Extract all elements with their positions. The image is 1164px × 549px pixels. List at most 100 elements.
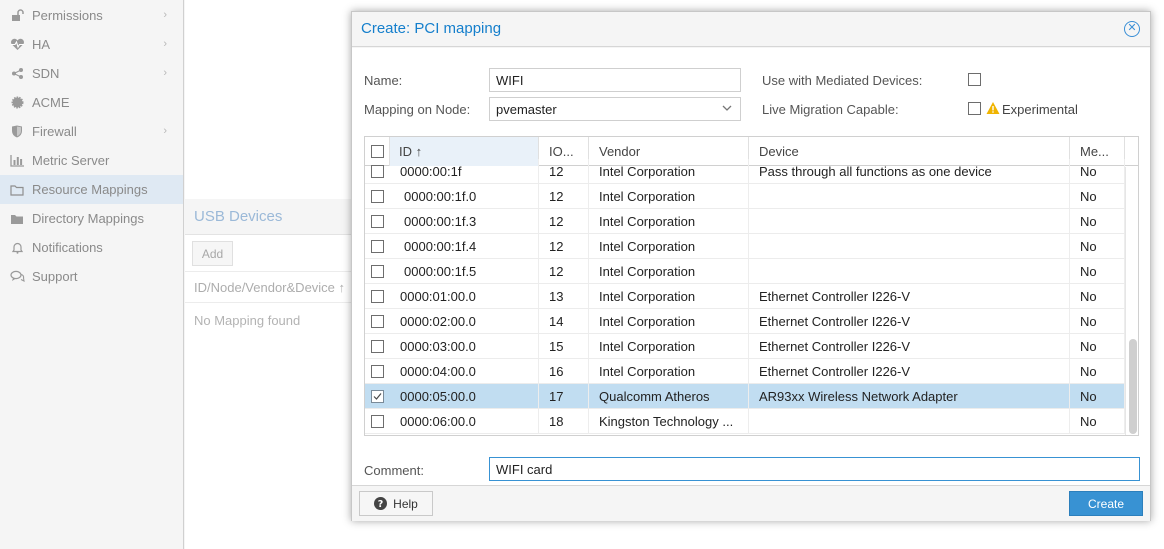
unlock-icon	[9, 9, 25, 23]
table-row[interactable]: 0000:02:00.0 14 Intel Corporation Ethernet …	[365, 309, 1125, 334]
name-label: Name:	[364, 73, 403, 88]
row-checkbox[interactable]	[371, 365, 384, 378]
usb-column-header[interactable]: ID/Node/Vendor&Device ↑	[185, 272, 365, 303]
row-checkbox[interactable]	[371, 165, 384, 178]
table-row[interactable]: 0000:04:00.0 16 Intel Corporation Ethernet …	[365, 359, 1125, 384]
chevron-right-icon[interactable]: ›	[163, 67, 167, 79]
sidebar-item-acme[interactable]: ACME	[0, 88, 183, 117]
select-all-checkbox[interactable]	[371, 145, 384, 158]
node-select[interactable]: pvemaster	[489, 97, 741, 121]
node-value: pvemaster	[496, 102, 557, 117]
cell-mediated: No	[1070, 284, 1125, 308]
cell-mediated: No	[1070, 384, 1125, 408]
cell-id: 0000:00:1f.4	[390, 234, 539, 258]
table-row[interactable]: 0000:05:00.0 17 Qualcomm Atheros AR93xx Wir…	[365, 384, 1125, 409]
cell-mediated: No	[1070, 409, 1125, 433]
table-row[interactable]: 0000:00:1f.3 12 Intel Corporation No	[365, 209, 1125, 234]
table-row[interactable]: 0000:00:1f.5 12 Intel Corporation No	[365, 259, 1125, 284]
cell-id: 0000:04:00.0	[390, 359, 539, 383]
table-row[interactable]: 0000:01:00.0 13 Intel Corporation Ethernet …	[365, 284, 1125, 309]
folder-icon	[9, 183, 25, 197]
close-icon[interactable]: ✕	[1124, 21, 1140, 37]
cell-vendor: Kingston Technology ...	[589, 409, 749, 433]
cell-iommu-group: 15	[539, 334, 589, 358]
help-button[interactable]: ? Help	[359, 491, 433, 516]
sidebar-item-permissions[interactable]: Permissions ›	[0, 1, 183, 30]
grid-scrollbar[interactable]	[1125, 167, 1138, 435]
sidebar-item-resource-mappings[interactable]: Resource Mappings	[0, 175, 183, 204]
sidebar-item-notifications[interactable]: Notifications	[0, 233, 183, 262]
comments-icon	[9, 270, 25, 284]
row-checkbox[interactable]	[371, 390, 384, 403]
cell-id: 0000:05:00.0	[390, 384, 539, 408]
create-pci-mapping-dialog: Create: PCI mapping ✕ Name: WIFI Mapping…	[351, 11, 1151, 521]
row-checkbox[interactable]	[371, 415, 384, 428]
table-row[interactable]: 0000:03:00.0 15 Intel Corporation Ethernet …	[365, 334, 1125, 359]
row-checkbox[interactable]	[371, 290, 384, 303]
cell-iommu-group: 12	[539, 234, 589, 258]
table-row[interactable]: 0000:06:00.0 18 Kingston Technology ... No	[365, 409, 1125, 434]
svg-text:?: ?	[378, 499, 384, 510]
row-checkbox[interactable]	[371, 265, 384, 278]
table-row[interactable]: 0000:00:1f 12 Intel Corporation Pass throug…	[365, 159, 1125, 184]
sidebar-item-label: Directory Mappings	[32, 211, 144, 226]
live-migration-checkbox[interactable]	[968, 102, 981, 115]
chevron-right-icon[interactable]: ›	[163, 9, 167, 21]
scrollbar-thumb[interactable]	[1129, 339, 1137, 434]
cell-device: Ethernet Controller I226-V	[749, 309, 1070, 333]
sidebar-item-sdn[interactable]: SDN ›	[0, 59, 183, 88]
cell-id: 0000:00:1f	[390, 159, 539, 183]
comment-value: WIFI card	[496, 462, 553, 477]
cell-iommu-group: 14	[539, 309, 589, 333]
sidebar-item-metric-server[interactable]: Metric Server	[0, 146, 183, 175]
mediated-devices-label: Use with Mediated Devices:	[762, 73, 923, 88]
experimental-label: Experimental	[1002, 102, 1078, 117]
chevron-down-icon	[722, 105, 732, 111]
shield-icon	[9, 125, 25, 139]
sidebar-item-label: HA	[32, 37, 51, 52]
cell-id: 0000:03:00.0	[390, 334, 539, 358]
chevron-right-icon[interactable]: ›	[163, 125, 167, 137]
cell-device	[749, 209, 1070, 233]
row-checkbox[interactable]	[371, 340, 384, 353]
sidebar-item-support[interactable]: Support	[0, 262, 183, 291]
cell-device: Ethernet Controller I226-V	[749, 334, 1070, 358]
cell-iommu-group: 17	[539, 384, 589, 408]
name-input[interactable]: WIFI	[489, 68, 741, 92]
help-label: Help	[393, 496, 418, 511]
cell-vendor: Intel Corporation	[589, 359, 749, 383]
dialog-title-bar: Create: PCI mapping ✕	[352, 12, 1150, 47]
comment-input[interactable]: WIFI card	[489, 457, 1140, 481]
row-checkbox[interactable]	[371, 315, 384, 328]
row-checkbox[interactable]	[371, 190, 384, 203]
cell-device: Ethernet Controller I226-V	[749, 284, 1070, 308]
table-row[interactable]: 0000:00:1f.4 12 Intel Corporation No	[365, 234, 1125, 259]
cell-id: 0000:02:00.0	[390, 309, 539, 333]
warning-icon	[986, 102, 1000, 114]
cell-device	[749, 409, 1070, 433]
cell-vendor: Intel Corporation	[589, 334, 749, 358]
cell-iommu-group: 13	[539, 284, 589, 308]
row-checkbox[interactable]	[371, 240, 384, 253]
row-checkbox[interactable]	[371, 215, 384, 228]
cell-mediated: No	[1070, 184, 1125, 208]
cell-vendor: Intel Corporation	[589, 284, 749, 308]
checkmark-icon	[373, 393, 382, 400]
sidebar-item-label: Support	[32, 269, 78, 284]
cell-iommu-group: 12	[539, 259, 589, 283]
sidebar-item-directory-mappings[interactable]: Directory Mappings	[0, 204, 183, 233]
sidebar-item-firewall[interactable]: Firewall ›	[0, 117, 183, 146]
chevron-right-icon[interactable]: ›	[163, 38, 167, 50]
cell-vendor: Intel Corporation	[589, 159, 749, 183]
cell-mediated: No	[1070, 234, 1125, 258]
cell-vendor: Intel Corporation	[589, 184, 749, 208]
cell-device: Ethernet Controller I226-V	[749, 359, 1070, 383]
table-row[interactable]: 0000:00:1f.0 12 Intel Corporation No	[365, 184, 1125, 209]
create-button[interactable]: Create	[1069, 491, 1143, 516]
bell-icon	[9, 241, 25, 255]
add-button[interactable]: Add	[192, 241, 233, 266]
sidebar-item-label: Permissions	[32, 8, 103, 23]
sidebar-item-ha[interactable]: HA ›	[0, 30, 183, 59]
mediated-devices-checkbox[interactable]	[968, 73, 981, 86]
dialog-body: Name: WIFI Mapping on Node: pvemaster Us…	[352, 48, 1150, 485]
